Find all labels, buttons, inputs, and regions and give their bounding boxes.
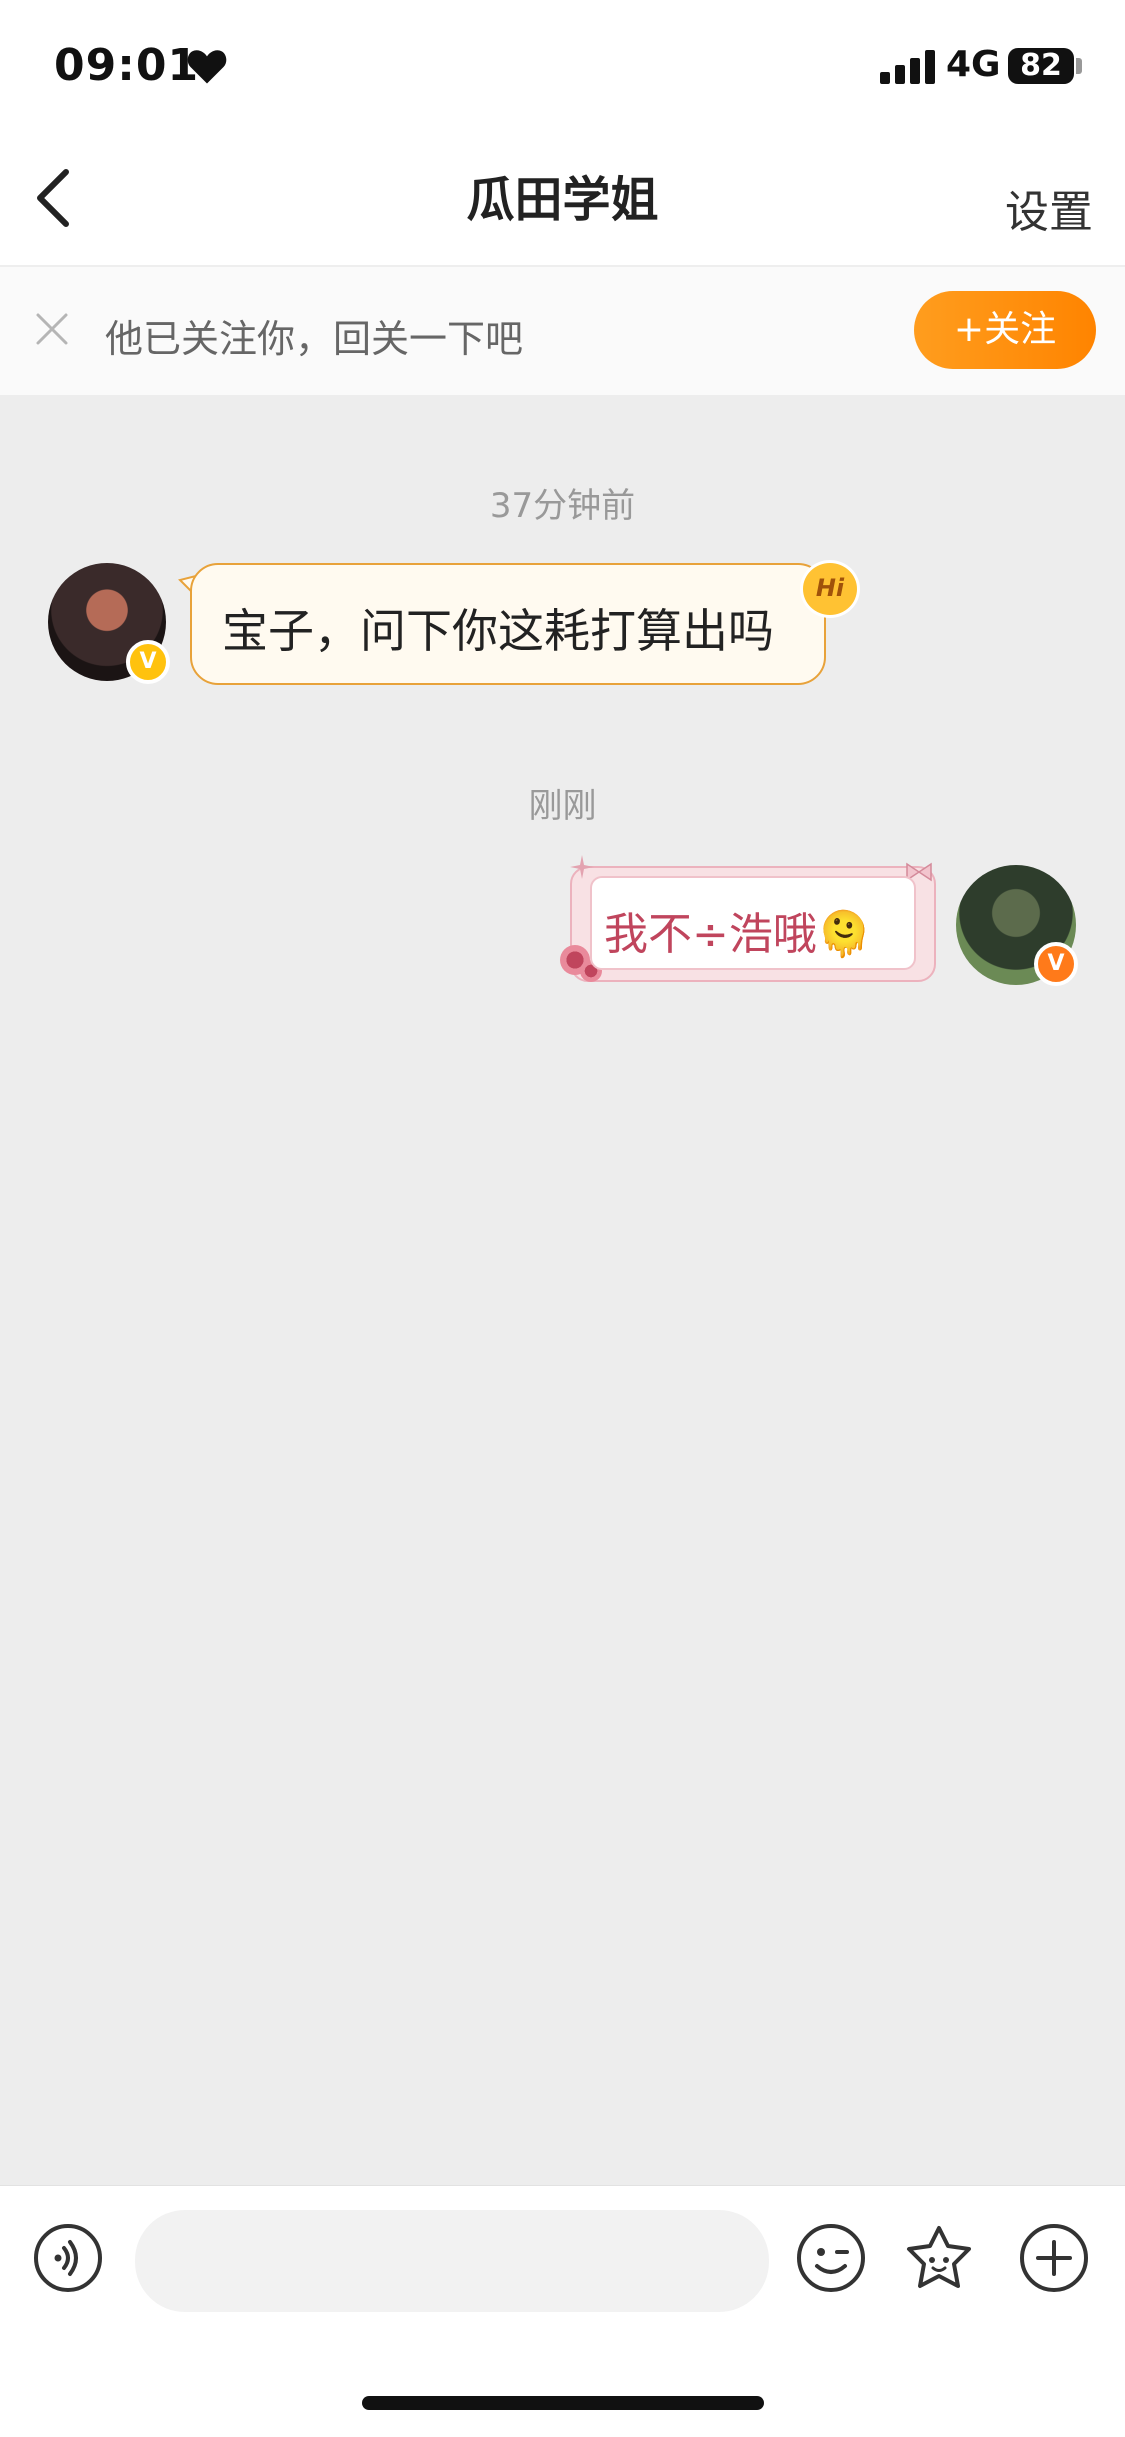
network-type: 4G [946, 44, 1001, 85]
hi-badge: Hi [800, 560, 860, 618]
follow-button[interactable]: +关注 [914, 291, 1096, 369]
sparkle-icon [570, 855, 594, 879]
status-time: 09:01 [54, 40, 200, 91]
emoji-icon[interactable] [795, 2222, 867, 2294]
page-title: 瓜田学姐 [466, 172, 659, 228]
message-input[interactable] [135, 2210, 769, 2312]
signal-icon [880, 50, 935, 84]
verified-badge: V [1034, 942, 1078, 986]
sticker-icon[interactable] [903, 2222, 975, 2294]
message-timestamp: 37分钟前 [489, 486, 636, 526]
battery-cap [1076, 58, 1082, 74]
heart-icon [187, 50, 227, 84]
home-indicator [362, 2396, 764, 2410]
plus-circle-icon[interactable] [1018, 2222, 1090, 2294]
settings-button[interactable]: 设置 [1005, 176, 1093, 240]
verified-badge: V [126, 640, 170, 684]
voice-icon[interactable] [32, 2222, 104, 2294]
message-timestamp: 刚刚 [528, 786, 597, 826]
battery-indicator: 82 [1008, 48, 1074, 84]
message-text: 我不÷浩哦🫠 [604, 909, 872, 960]
close-icon[interactable] [34, 311, 70, 347]
follow-banner-text: 他已关注你，回关一下吧 [105, 317, 524, 361]
message-text: 宝子，问下你这耗打算出吗 [222, 604, 774, 658]
